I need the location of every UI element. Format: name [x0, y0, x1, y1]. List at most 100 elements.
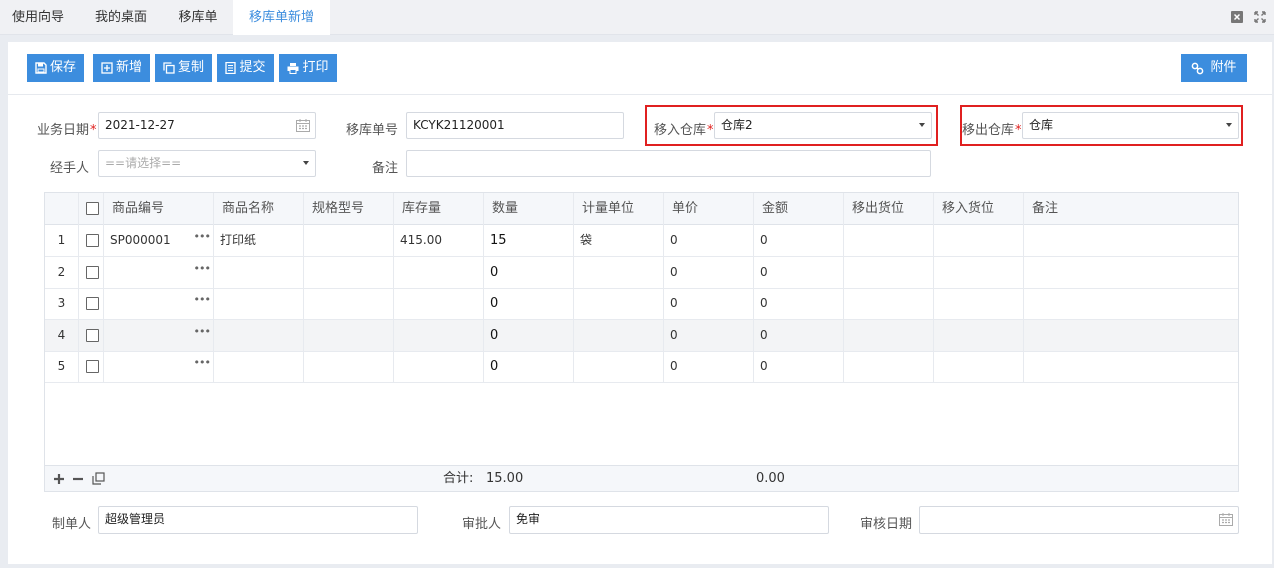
cell-spec[interactable]: [303, 256, 393, 288]
cell-name[interactable]: 打印纸: [213, 225, 303, 256]
copy-button[interactable]: 复制: [155, 54, 212, 82]
table-row[interactable]: 3 ••• 0 0 0: [45, 288, 1238, 320]
plus-icon[interactable]: [54, 474, 64, 484]
handler-select[interactable]: ==请选择==: [98, 150, 316, 177]
out-warehouse-select[interactable]: 仓库: [1022, 112, 1239, 139]
row-checkbox[interactable]: [86, 360, 99, 373]
more-icon[interactable]: •••: [194, 257, 211, 281]
cell-spec[interactable]: [303, 288, 393, 319]
add-button[interactable]: 新增: [93, 54, 150, 82]
cell-name[interactable]: [213, 319, 303, 351]
cell-spec[interactable]: [303, 319, 393, 351]
calendar-icon[interactable]: [296, 119, 310, 132]
chevron-down-icon: [303, 161, 309, 165]
cell-price[interactable]: 0: [663, 256, 753, 288]
cell-unit[interactable]: [573, 351, 663, 382]
remark-input[interactable]: [406, 150, 931, 177]
cell-remark[interactable]: [1023, 351, 1238, 382]
more-icon[interactable]: •••: [194, 288, 211, 312]
copy-row-icon[interactable]: [92, 472, 105, 485]
table-row[interactable]: 2 ••• 0 0 0: [45, 256, 1238, 289]
maker-input[interactable]: 超级管理员: [98, 506, 418, 534]
cell-price[interactable]: 0: [663, 225, 753, 256]
minus-icon[interactable]: [73, 474, 83, 484]
cell-in-location[interactable]: [933, 225, 1023, 256]
row-checkbox[interactable]: [86, 265, 99, 279]
cell-price[interactable]: 0: [663, 288, 753, 319]
cell-qty[interactable]: 0: [483, 319, 573, 351]
cell-in-location[interactable]: [933, 319, 1023, 351]
table-row[interactable]: 5 ••• 0 0 0: [45, 351, 1238, 383]
more-icon[interactable]: •••: [194, 320, 211, 344]
cell-qty[interactable]: 15: [483, 225, 573, 256]
cell-amount[interactable]: 0: [753, 319, 843, 351]
fullscreen-icon[interactable]: [1254, 11, 1266, 23]
cell-out-location[interactable]: [843, 256, 933, 288]
cell-price[interactable]: 0: [663, 319, 753, 351]
cell-amount[interactable]: 0: [753, 288, 843, 319]
cell-qty[interactable]: 0: [483, 351, 573, 382]
cell-unit[interactable]: [573, 319, 663, 351]
in-warehouse-select[interactable]: 仓库2: [714, 112, 932, 139]
cell-out-location[interactable]: [843, 319, 933, 351]
cell-amount[interactable]: 0: [753, 256, 843, 288]
row-checkbox[interactable]: [86, 328, 99, 342]
row-checkbox[interactable]: [86, 297, 99, 310]
cell-remark[interactable]: [1023, 225, 1238, 256]
tab-transfer-list[interactable]: 移库单: [163, 0, 233, 35]
cell-code[interactable]: SP000001 •••: [103, 225, 213, 256]
attachment-button[interactable]: 附件: [1181, 54, 1247, 82]
cell-spec[interactable]: [303, 225, 393, 256]
total-label: 合计:: [443, 471, 474, 486]
cell-amount[interactable]: 0: [753, 225, 843, 256]
cell-qty[interactable]: 0: [483, 288, 573, 319]
cell-out-location[interactable]: [843, 225, 933, 256]
cell-unit[interactable]: [573, 288, 663, 319]
cell-remark[interactable]: [1023, 256, 1238, 288]
cell-in-location[interactable]: [933, 288, 1023, 319]
cell-stock[interactable]: [393, 351, 483, 382]
tab-guide[interactable]: 使用向导: [0, 0, 76, 35]
submit-button[interactable]: 提交: [217, 54, 274, 82]
business-date-input[interactable]: 2021-12-27: [98, 112, 316, 139]
tab-my-desktop[interactable]: 我的桌面: [80, 0, 162, 35]
header-stock: 库存量: [393, 193, 483, 225]
save-button[interactable]: 保存: [27, 54, 84, 82]
cell-stock[interactable]: [393, 319, 483, 351]
close-icon[interactable]: [1231, 11, 1243, 23]
cell-name[interactable]: [213, 256, 303, 288]
cell-remark[interactable]: [1023, 319, 1238, 351]
cell-out-location[interactable]: [843, 288, 933, 319]
table-row[interactable]: 1 SP000001 ••• 打印纸 415.00 15 袋 0 0: [45, 225, 1238, 257]
cell-code[interactable]: •••: [103, 351, 213, 382]
copy-button-label: 复制: [177, 60, 204, 75]
table-row[interactable]: 4 ••• 0 0 0: [45, 319, 1238, 352]
calendar-icon[interactable]: [1219, 513, 1233, 526]
cell-price[interactable]: 0: [663, 351, 753, 382]
more-icon[interactable]: •••: [194, 225, 211, 249]
cell-stock[interactable]: 415.00: [393, 225, 483, 256]
print-button[interactable]: 打印: [279, 54, 337, 82]
cell-out-location[interactable]: [843, 351, 933, 382]
cell-code[interactable]: •••: [103, 256, 213, 288]
cell-unit[interactable]: [573, 256, 663, 288]
cell-code[interactable]: •••: [103, 288, 213, 319]
cell-code[interactable]: •••: [103, 319, 213, 351]
cell-stock[interactable]: [393, 256, 483, 288]
cell-spec[interactable]: [303, 351, 393, 382]
cell-name[interactable]: [213, 351, 303, 382]
order-no-input[interactable]: KCYK21120001: [406, 112, 624, 139]
cell-in-location[interactable]: [933, 256, 1023, 288]
cell-remark[interactable]: [1023, 288, 1238, 319]
row-checkbox[interactable]: [86, 234, 99, 247]
audit-date-input[interactable]: [919, 506, 1239, 534]
tab-transfer-new[interactable]: 移库单新增: [233, 0, 330, 35]
cell-amount[interactable]: 0: [753, 351, 843, 382]
cell-in-location[interactable]: [933, 351, 1023, 382]
cell-stock[interactable]: [393, 288, 483, 319]
cell-qty[interactable]: 0: [483, 256, 573, 288]
approver-input[interactable]: 免审: [509, 506, 829, 534]
more-icon[interactable]: •••: [194, 351, 211, 375]
cell-unit[interactable]: 袋: [573, 225, 663, 256]
cell-name[interactable]: [213, 288, 303, 319]
